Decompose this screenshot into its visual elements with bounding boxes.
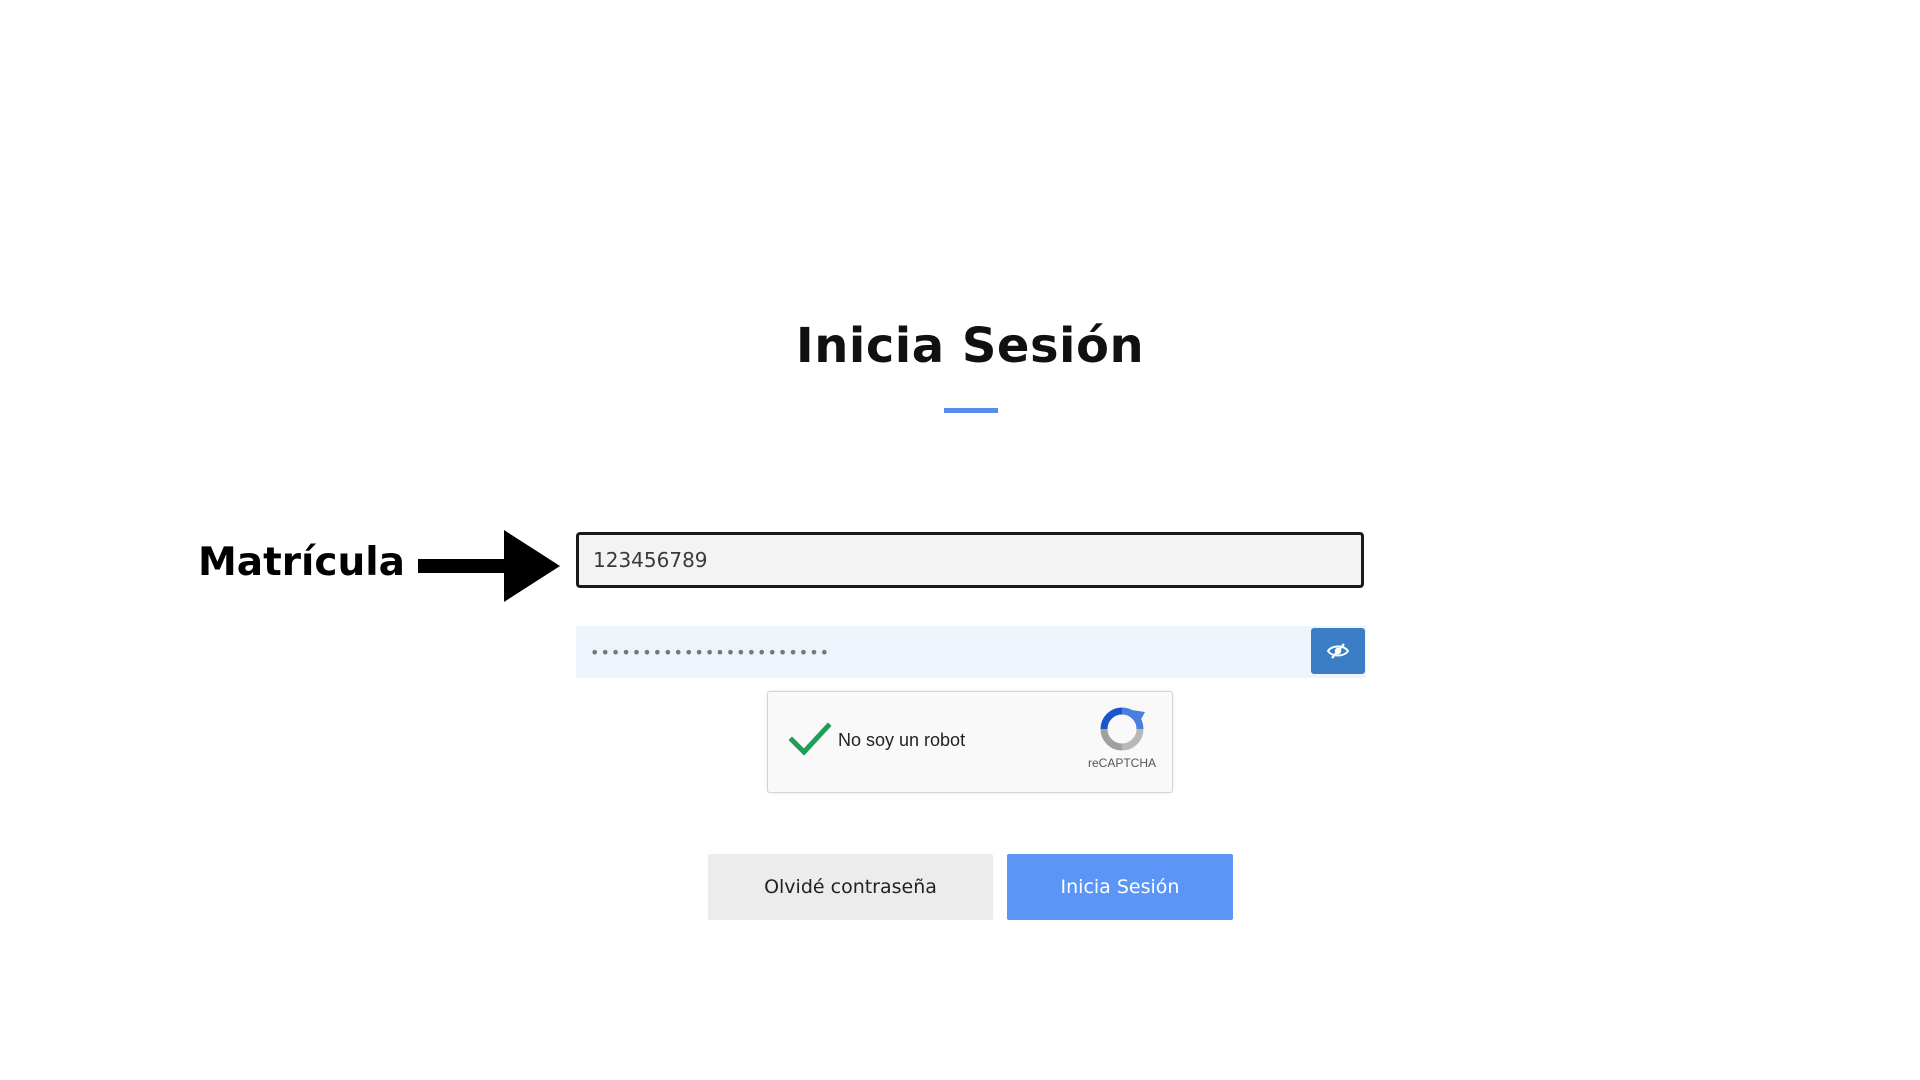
- annotation-label: Matrícula: [198, 540, 405, 585]
- password-input[interactable]: [576, 626, 1310, 678]
- title-underline: [944, 408, 998, 413]
- password-field: [576, 626, 1366, 678]
- captcha-label: No soy un robot: [838, 730, 966, 750]
- toggle-password-visibility-button[interactable]: [1311, 628, 1365, 674]
- forgot-password-button[interactable]: Olvidé contraseña: [708, 854, 993, 920]
- page-title: Inicia Sesión: [795, 318, 1145, 374]
- recaptcha-widget: No soy un robot reCAPTCHA: [767, 691, 1173, 793]
- captcha-brand: reCAPTCHA: [1087, 756, 1156, 770]
- eye-slash-icon: [1326, 643, 1350, 659]
- matricula-input[interactable]: [576, 532, 1364, 588]
- recaptcha-logo-icon: [1100, 707, 1145, 751]
- right-arrow-icon: [418, 530, 560, 602]
- checkmark-icon[interactable]: [788, 720, 832, 760]
- login-button[interactable]: Inicia Sesión: [1007, 854, 1233, 920]
- login-page: Inicia Sesión Matrícula No soy un robot: [0, 0, 1920, 1080]
